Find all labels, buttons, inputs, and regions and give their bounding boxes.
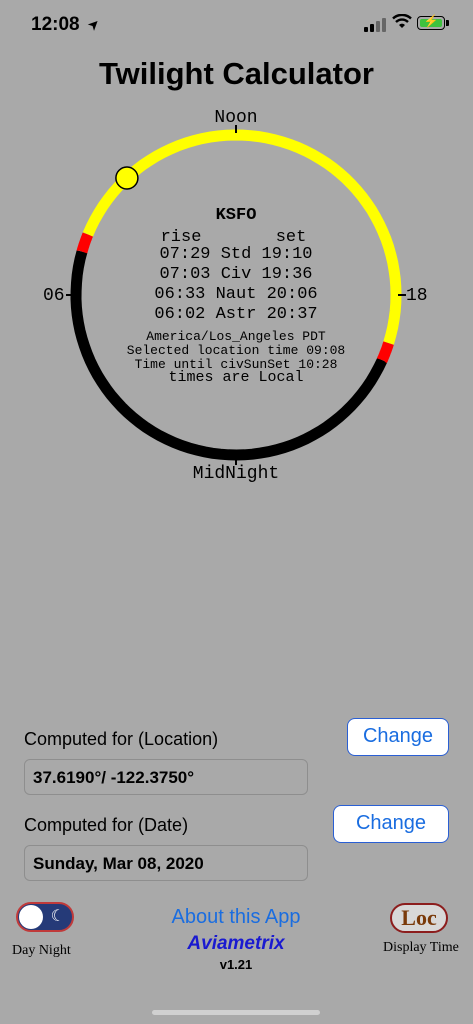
timezone-text: America/Los_Angeles PDT <box>146 329 326 344</box>
station-id: KSFO <box>215 206 257 225</box>
display-time-label: Display Time <box>383 940 459 955</box>
sun-marker <box>115 166 139 190</box>
row-astr: 06:02 Astr 20:37 <box>154 305 318 324</box>
location-field[interactable]: 37.6190°/ -122.3750° <box>24 759 308 795</box>
eighteen-label: 18 <box>406 286 428 306</box>
row-naut: 06:33 Naut 20:06 <box>154 285 318 304</box>
location-label: Computed for (Location) <box>24 729 219 749</box>
home-indicator <box>152 1010 320 1015</box>
day-night-label: Day Night <box>12 943 71 958</box>
version-text: v1.21 <box>219 957 253 972</box>
selected-time-text: Selected location time 09:08 <box>126 343 346 358</box>
location-arrow-icon: ➤ <box>83 14 104 34</box>
six-label: 06 <box>43 286 65 306</box>
midnight-label: MidNight <box>192 464 280 484</box>
battery-icon: ⚡ <box>417 14 445 30</box>
noon-label: Noon <box>214 108 258 128</box>
wifi-icon <box>392 13 412 35</box>
loc-button[interactable]: Loc <box>390 903 448 933</box>
date-label: Computed for (Date) <box>24 815 189 835</box>
evening-twilight-arc <box>376 341 394 364</box>
times-note: times are Local <box>168 369 304 386</box>
signal-icon <box>364 16 386 32</box>
battery-nub <box>446 20 449 26</box>
moon-icon: ☾ <box>50 908 65 925</box>
day-night-toggle[interactable]: ☾ <box>16 902 74 932</box>
date-field[interactable]: Sunday, Mar 08, 2020 <box>24 845 308 881</box>
row-civ: 07:03 Civ 19:36 <box>159 265 313 284</box>
about-app-link[interactable]: About this App <box>140 906 332 929</box>
brand-name: Aviametrix <box>187 933 285 954</box>
page-title: Twilight Calculator <box>99 56 374 91</box>
toggle-knob <box>19 905 43 929</box>
status-time: 12:08 <box>31 14 80 35</box>
morning-twilight-arc <box>76 232 94 254</box>
status-bar: 12:08 ➤ ⚡ <box>0 0 473 50</box>
change-date-button[interactable]: Change <box>333 805 449 843</box>
row-std: 07:29 Std 19:10 <box>159 245 313 264</box>
change-location-button[interactable]: Change <box>347 718 449 756</box>
